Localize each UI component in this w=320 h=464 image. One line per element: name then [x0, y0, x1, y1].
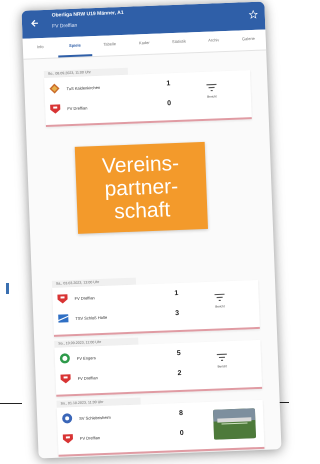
header-subtitle: FV Dreffian: [52, 22, 78, 30]
club-crest-icon: [49, 83, 60, 94]
match-card[interactable]: TuS Kaldenkirchen FV Dreffian 1 0 Berich…: [44, 70, 252, 127]
vereinspartnerschaft-badge: Vereins- partner- schaft: [74, 141, 208, 234]
home-score: 1: [174, 290, 179, 298]
home-team: FV Engers: [59, 347, 219, 367]
home-score: 1: [166, 80, 171, 88]
home-team: FV Dreffian: [56, 287, 216, 307]
away-team: TSV Schloß Holte: [57, 307, 217, 327]
home-team-name: TuS Kaldenkirchen: [66, 84, 101, 92]
away-score: 0: [167, 100, 172, 108]
tab-kader[interactable]: Kader: [127, 33, 162, 54]
away-team: FV Dreffian: [59, 366, 219, 386]
back-arrow-icon[interactable]: [30, 18, 40, 28]
match-item[interactable]: Sa., 03.03.2023, 13:00 Uhr FV Dreffian T…: [51, 273, 260, 337]
report-icon: [216, 353, 227, 361]
badge-line-3: schaft: [113, 198, 171, 224]
photo-image: [212, 408, 257, 440]
match-card[interactable]: SV Schlebrisheim FV Dreffian 8 0: [56, 399, 265, 457]
away-score: 0: [179, 429, 184, 438]
match-card[interactable]: FV Dreffian TSV Schloß Holte 1 3 Bericht: [52, 279, 260, 337]
away-team-name: FV Dreffian: [77, 375, 98, 381]
tab-galerie[interactable]: Galerie: [231, 29, 266, 50]
report-icon: [206, 83, 217, 92]
tab-spiele[interactable]: Spiele: [57, 36, 93, 58]
club-crest-icon: [62, 434, 73, 444]
home-team-name: FV Engers: [76, 355, 96, 361]
phone-screen: Oberliga NRW U19 Männer, A1 FV Dreffian …: [21, 1, 282, 459]
club-crest-icon: [59, 353, 70, 364]
away-team: FV Dreffian: [49, 97, 209, 117]
home-team-name: SV Schlebrisheim: [79, 414, 111, 421]
background-line-left: [0, 403, 22, 404]
match-report-button[interactable]: Bericht: [207, 353, 238, 374]
away-team-name: FV Dreffian: [79, 435, 101, 441]
tab-tabelle[interactable]: Tabelle: [92, 35, 127, 56]
club-crest-icon: [50, 104, 61, 114]
match-photo-thumbnail[interactable]: [212, 408, 257, 440]
away-team: FV Dreffian: [62, 426, 222, 446]
report-label: Bericht: [207, 94, 217, 99]
tab-info[interactable]: Info: [23, 37, 58, 58]
report-label: Bericht: [217, 364, 228, 369]
tab-archiv[interactable]: Archiv: [196, 31, 231, 52]
match-report-button[interactable]: Bericht: [204, 293, 235, 314]
club-crest-icon: [57, 294, 68, 304]
match-item[interactable]: So., 01.10.2023, 11:00 Uhr SV Schlebrish…: [56, 393, 265, 457]
report-label: Bericht: [215, 304, 225, 309]
background-dash: [6, 283, 9, 294]
match-item[interactable]: So., 10.09.2023, 11:00 Uhr FV Engers FV …: [54, 333, 263, 397]
home-score: 5: [176, 349, 181, 358]
match-card[interactable]: FV Engers FV Dreffian 5 2 Bericht: [54, 339, 263, 397]
club-crest-icon: [60, 374, 71, 384]
club-crest-icon: [58, 314, 69, 323]
home-team: TuS Kaldenkirchen: [48, 77, 208, 97]
away-team-name: FV Dreffian: [67, 105, 88, 112]
away-score: 3: [175, 310, 180, 318]
away-team-name: TSV Schloß Holte: [75, 314, 108, 321]
match-report-button[interactable]: Bericht: [196, 83, 227, 104]
report-icon: [214, 293, 225, 302]
home-score: 8: [178, 409, 184, 418]
away-score: 2: [177, 369, 182, 378]
star-icon[interactable]: [248, 9, 258, 19]
club-crest-icon: [62, 413, 73, 424]
home-team-name: FV Dreffian: [74, 295, 95, 302]
tab-statistik[interactable]: Statistik: [161, 32, 196, 53]
header-title: Oberliga NRW U19 Männer, A1: [51, 9, 124, 19]
home-team: SV Schlebrisheim: [61, 406, 221, 426]
match-item[interactable]: So., 08.09.2023, 11:00 Uhr TuS Kaldenkir…: [43, 63, 252, 127]
match-list: So., 08.09.2023, 11:00 Uhr TuS Kaldenkir…: [23, 50, 281, 458]
